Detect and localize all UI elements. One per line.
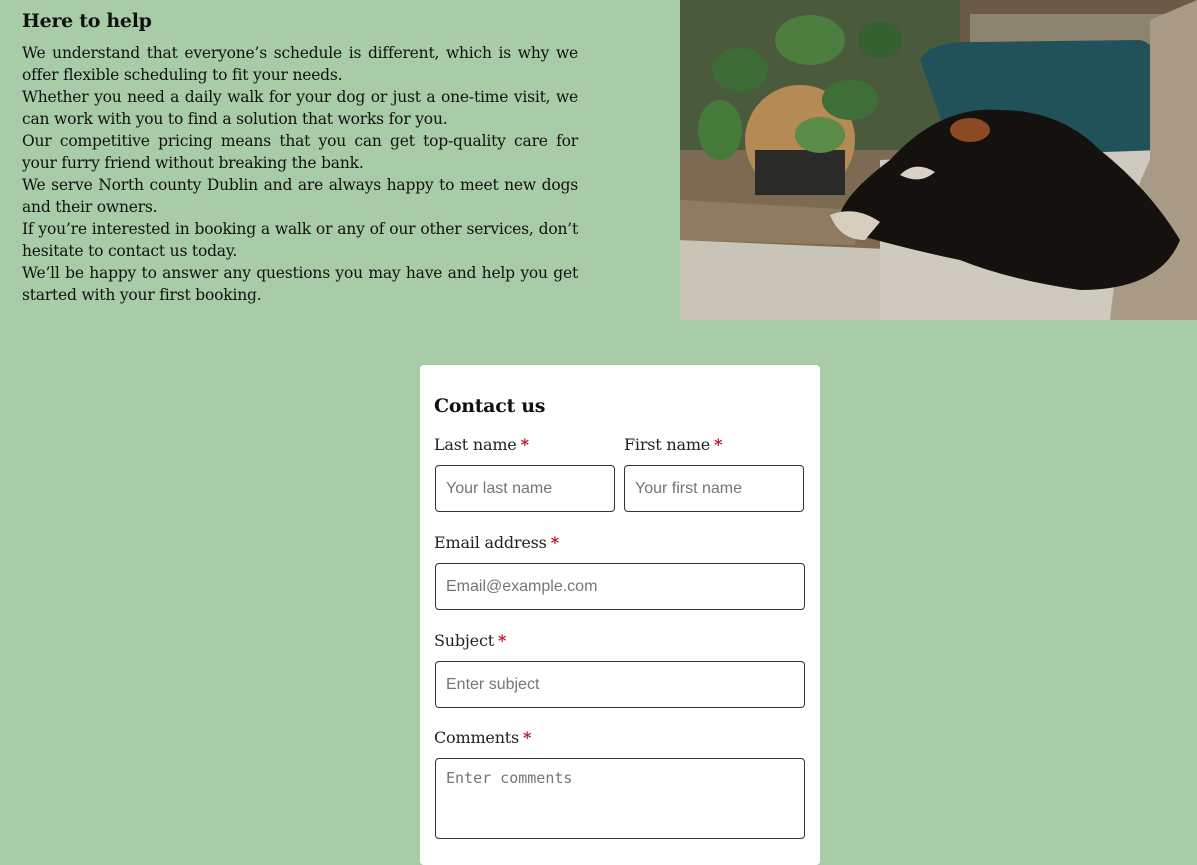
- email-label-text: Email address: [434, 533, 547, 552]
- comments-label-text: Comments: [434, 728, 520, 747]
- here-to-help-section: Here to help We understand that everyone…: [22, 10, 578, 306]
- help-paragraph: Our competitive pricing means that you c…: [22, 132, 578, 172]
- email-input[interactable]: [435, 563, 805, 610]
- required-mark: *: [520, 435, 529, 454]
- subject-label: Subject *: [434, 631, 506, 650]
- last-name-label-text: Last name: [434, 435, 517, 454]
- comments-label: Comments *: [434, 728, 531, 747]
- help-paragraph: If you’re interested in booking a walk o…: [22, 220, 578, 260]
- dog-sleeping-photo: [680, 0, 1197, 320]
- contact-form: Contact us Last name* First name* Email …: [420, 365, 820, 865]
- required-mark: *: [497, 631, 507, 650]
- required-mark: *: [523, 728, 532, 747]
- comments-textarea[interactable]: [435, 758, 805, 839]
- first-name-label-text: First name: [624, 435, 711, 454]
- form-title: Contact us: [434, 395, 546, 417]
- subject-label-text: Subject: [434, 631, 494, 650]
- section-title: Here to help: [22, 10, 152, 32]
- email-label: Email address *: [434, 533, 559, 552]
- required-mark: *: [550, 533, 559, 552]
- help-paragraph: We understand that everyone’s schedule i…: [22, 44, 578, 84]
- last-name-label: Last name *: [434, 435, 529, 454]
- first-name-label: First name *: [624, 435, 722, 454]
- first-name-input[interactable]: [624, 465, 804, 512]
- required-mark: *: [714, 435, 723, 454]
- last-name-input[interactable]: [435, 465, 615, 512]
- help-paragraph: We’ll be happy to answer any questions y…: [22, 264, 578, 304]
- help-paragraph: Whether you need a daily walk for your d…: [22, 88, 578, 128]
- help-paragraph: We serve North county Dublin and are alw…: [22, 176, 578, 216]
- subject-input[interactable]: [435, 661, 805, 708]
